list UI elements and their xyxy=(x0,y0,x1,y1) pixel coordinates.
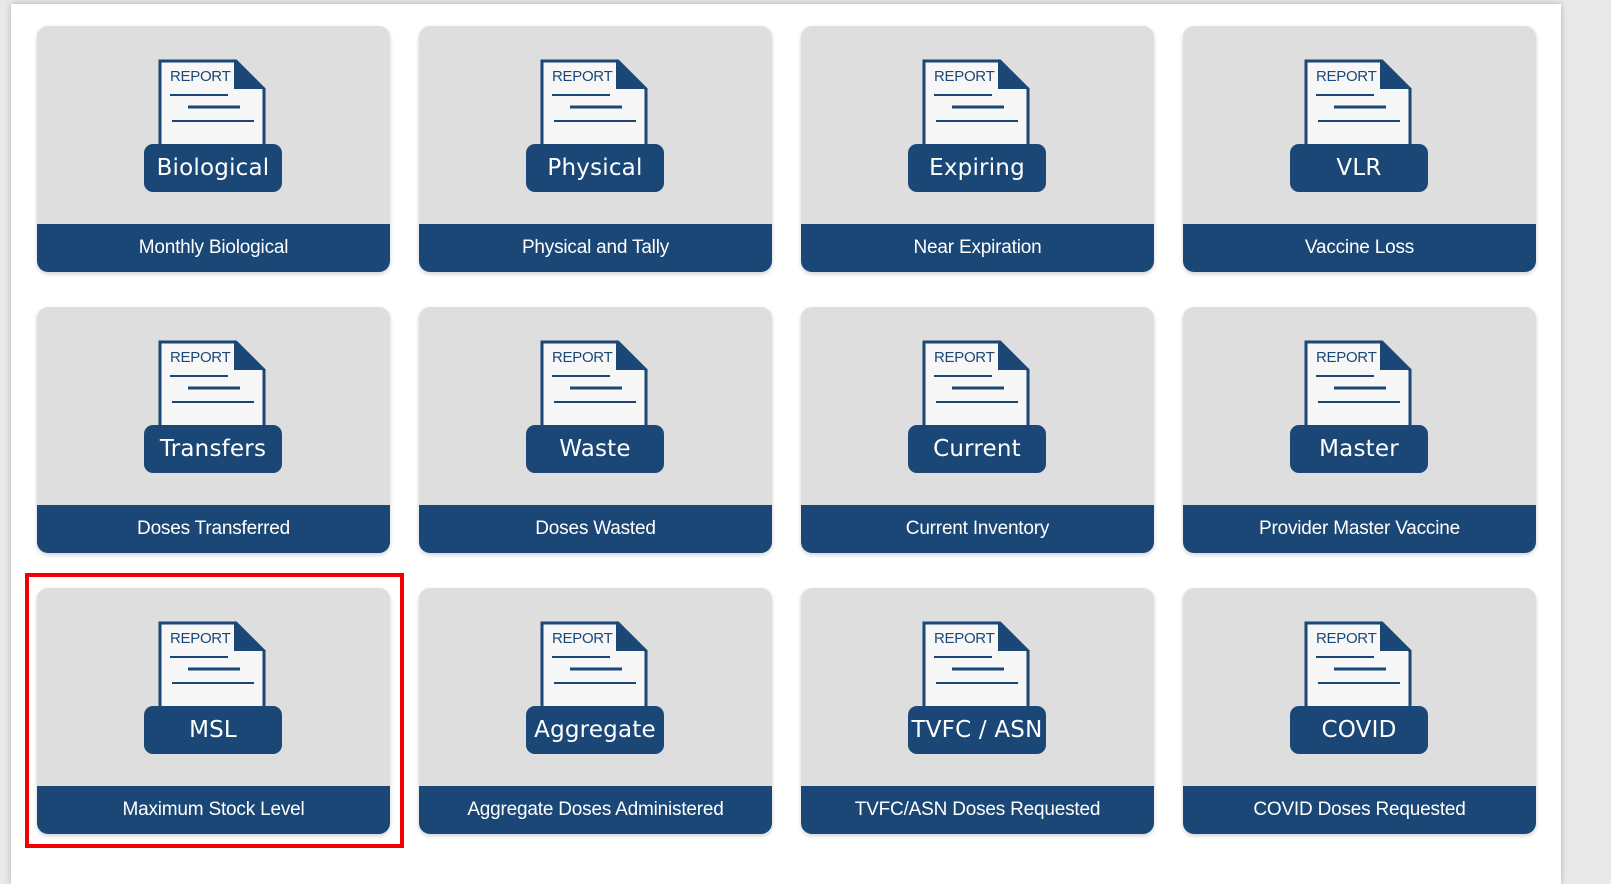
report-word: REPORT xyxy=(934,630,995,647)
report-document-icon: REPORT Expiring xyxy=(908,58,1046,200)
report-tile-near-expiration[interactable]: REPORT Expiring Near Expiration xyxy=(801,26,1154,272)
report-word: REPORT xyxy=(1316,68,1377,85)
report-tile-title: Near Expiration xyxy=(801,224,1154,272)
report-tile-title: Maximum Stock Level xyxy=(37,786,390,834)
report-word: REPORT xyxy=(934,68,995,85)
report-tile-title: Current Inventory xyxy=(801,505,1154,553)
report-tile-title: Provider Master Vaccine xyxy=(1183,505,1536,553)
report-badge: Master xyxy=(1290,425,1428,473)
report-document-icon: REPORT MSL xyxy=(144,620,282,762)
report-document-icon: REPORT Biological xyxy=(144,58,282,200)
report-tile-grid: REPORT Biological Monthly Biological REP… xyxy=(37,26,1536,834)
report-document-icon: REPORT VLR xyxy=(1290,58,1428,200)
report-word: REPORT xyxy=(552,68,613,85)
report-document-icon: REPORT Transfers xyxy=(144,339,282,481)
report-tile-doses-transferred[interactable]: REPORT Transfers Doses Transferred xyxy=(37,307,390,553)
report-document-icon: REPORT COVID xyxy=(1290,620,1428,762)
report-document-icon: REPORT Waste xyxy=(526,339,664,481)
report-document-icon: REPORT Current xyxy=(908,339,1046,481)
report-tile-title: Physical and Tally xyxy=(419,224,772,272)
report-tile-aggregate-doses-administered[interactable]: REPORT Aggregate Aggregate Doses Adminis… xyxy=(419,588,772,834)
report-document-icon: REPORT Master xyxy=(1290,339,1428,481)
report-tile-physical-and-tally[interactable]: REPORT Physical Physical and Tally xyxy=(419,26,772,272)
report-badge: VLR xyxy=(1290,144,1428,192)
report-tile-title: Aggregate Doses Administered xyxy=(419,786,772,834)
report-tile-title: Doses Transferred xyxy=(37,505,390,553)
report-word: REPORT xyxy=(552,630,613,647)
report-badge: Biological xyxy=(144,144,282,192)
report-word: REPORT xyxy=(1316,349,1377,366)
report-tile-monthly-biological[interactable]: REPORT Biological Monthly Biological xyxy=(37,26,390,272)
report-tile-provider-master-vaccine[interactable]: REPORT Master Provider Master Vaccine xyxy=(1183,307,1536,553)
report-tile-current-inventory[interactable]: REPORT Current Current Inventory xyxy=(801,307,1154,553)
report-word: REPORT xyxy=(1316,630,1377,647)
report-document-icon: REPORT Aggregate xyxy=(526,620,664,762)
report-tile-maximum-stock-level[interactable]: REPORT MSL Maximum Stock Level xyxy=(37,588,390,834)
report-word: REPORT xyxy=(170,349,231,366)
report-word: REPORT xyxy=(170,68,231,85)
report-word: REPORT xyxy=(552,349,613,366)
report-tile-doses-wasted[interactable]: REPORT Waste Doses Wasted xyxy=(419,307,772,553)
report-tile-title: Doses Wasted xyxy=(419,505,772,553)
report-tile-vaccine-loss[interactable]: REPORT VLR Vaccine Loss xyxy=(1183,26,1536,272)
report-badge: Expiring xyxy=(908,144,1046,192)
report-tile-title: COVID Doses Requested xyxy=(1183,786,1536,834)
report-badge: Current xyxy=(908,425,1046,473)
report-tile-title: Monthly Biological xyxy=(37,224,390,272)
report-word: REPORT xyxy=(170,630,231,647)
report-badge: MSL xyxy=(144,706,282,754)
report-tile-covid-doses-requested[interactable]: REPORT COVID COVID Doses Requested xyxy=(1183,588,1536,834)
report-badge: Waste xyxy=(526,425,664,473)
report-document-icon: REPORT TVFC / ASN xyxy=(908,620,1046,762)
report-badge: TVFC / ASN xyxy=(908,706,1046,754)
report-tile-title: TVFC/ASN Doses Requested xyxy=(801,786,1154,834)
report-badge: Physical xyxy=(526,144,664,192)
report-badge: COVID xyxy=(1290,706,1428,754)
report-badge: Transfers xyxy=(144,425,282,473)
report-tile-title: Vaccine Loss xyxy=(1183,224,1536,272)
report-tile-tvfc-asn-doses-requested[interactable]: REPORT TVFC / ASN TVFC/ASN Doses Request… xyxy=(801,588,1154,834)
report-document-icon: REPORT Physical xyxy=(526,58,664,200)
report-badge: Aggregate xyxy=(526,706,664,754)
report-word: REPORT xyxy=(934,349,995,366)
